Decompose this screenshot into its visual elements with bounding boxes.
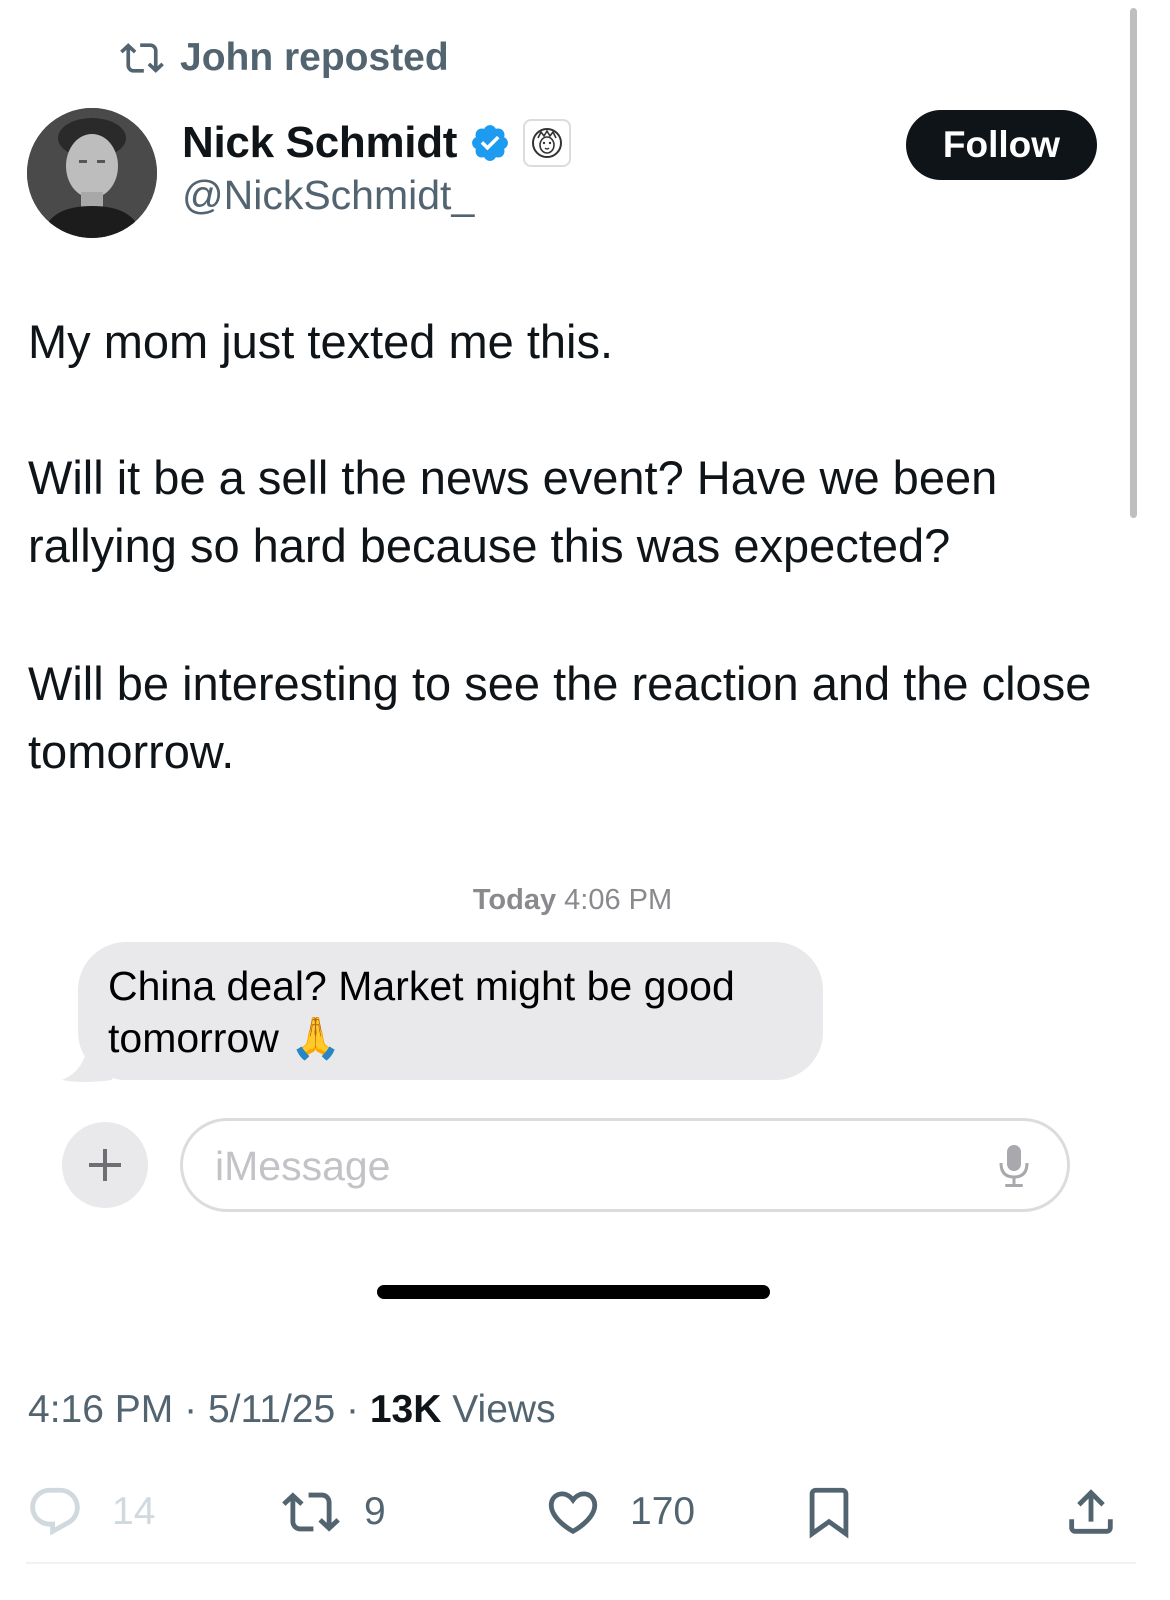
imessage-timestamp: Today 4:06 PM — [0, 884, 1145, 917]
plus-icon — [89, 1149, 121, 1181]
reply-count: 14 — [112, 1490, 156, 1533]
home-indicator — [377, 1285, 770, 1299]
imessage-placeholder: iMessage — [215, 1143, 391, 1189]
meta-separator: · — [184, 1388, 198, 1431]
repost-count: 9 — [364, 1490, 386, 1533]
heart-icon — [548, 1491, 598, 1535]
action-bar: 14 9 170 — [0, 1480, 1170, 1550]
tweet-text-paragraph-2: Will it be a sell the news event? Have w… — [28, 451, 998, 572]
repost-button[interactable]: 9 — [282, 1480, 386, 1544]
bookmark-icon — [809, 1487, 849, 1539]
imessage-day: Today — [472, 884, 557, 916]
tweet-time[interactable]: 4:16 PM — [28, 1388, 173, 1431]
author-handle[interactable]: @NickSchmidt_ — [182, 172, 474, 219]
meta-separator: · — [346, 1388, 360, 1431]
follow-button[interactable]: Follow — [906, 110, 1097, 180]
repost-indicator[interactable]: John reposted — [120, 36, 449, 80]
tweet-text-paragraph-3: Will be interesting to see the reaction … — [28, 657, 1092, 778]
reply-icon — [30, 1487, 80, 1536]
like-button[interactable]: 170 — [544, 1480, 695, 1544]
avatar[interactable] — [27, 108, 157, 238]
reply-button[interactable]: 14 — [26, 1480, 155, 1544]
message-bubble: China deal? Market might be good tomorro… — [78, 942, 823, 1080]
divider — [26, 1562, 1136, 1564]
views-count: 13K — [369, 1388, 442, 1431]
imessage-time: 4:06 PM — [564, 884, 673, 916]
plus-button[interactable] — [62, 1122, 148, 1208]
author-name-row[interactable]: Nick Schmidt — [182, 118, 572, 168]
share-icon — [1069, 1489, 1113, 1534]
author-name: Nick Schmidt — [182, 118, 458, 167]
verified-badge-icon — [472, 125, 509, 161]
like-count: 170 — [630, 1490, 696, 1533]
microphone-icon[interactable] — [997, 1143, 1031, 1189]
scrollbar[interactable] — [1130, 8, 1137, 518]
imessage-input[interactable]: iMessage — [180, 1118, 1070, 1212]
share-button[interactable] — [1062, 1480, 1120, 1544]
repost-icon — [282, 1492, 340, 1532]
avatar-photo — [27, 108, 157, 238]
tweet-text-paragraph-1: My mom just texted me this. — [28, 315, 614, 368]
views-label: Views — [452, 1388, 556, 1431]
bookmark-button[interactable] — [800, 1480, 858, 1544]
repost-label: John reposted — [180, 36, 449, 79]
tweet-meta: 4:16 PM · 5/11/25 · 13K Views — [28, 1388, 556, 1432]
lion-icon[interactable] — [523, 119, 572, 167]
tweet-date[interactable]: 5/11/25 — [208, 1388, 335, 1431]
repost-icon — [120, 43, 164, 73]
